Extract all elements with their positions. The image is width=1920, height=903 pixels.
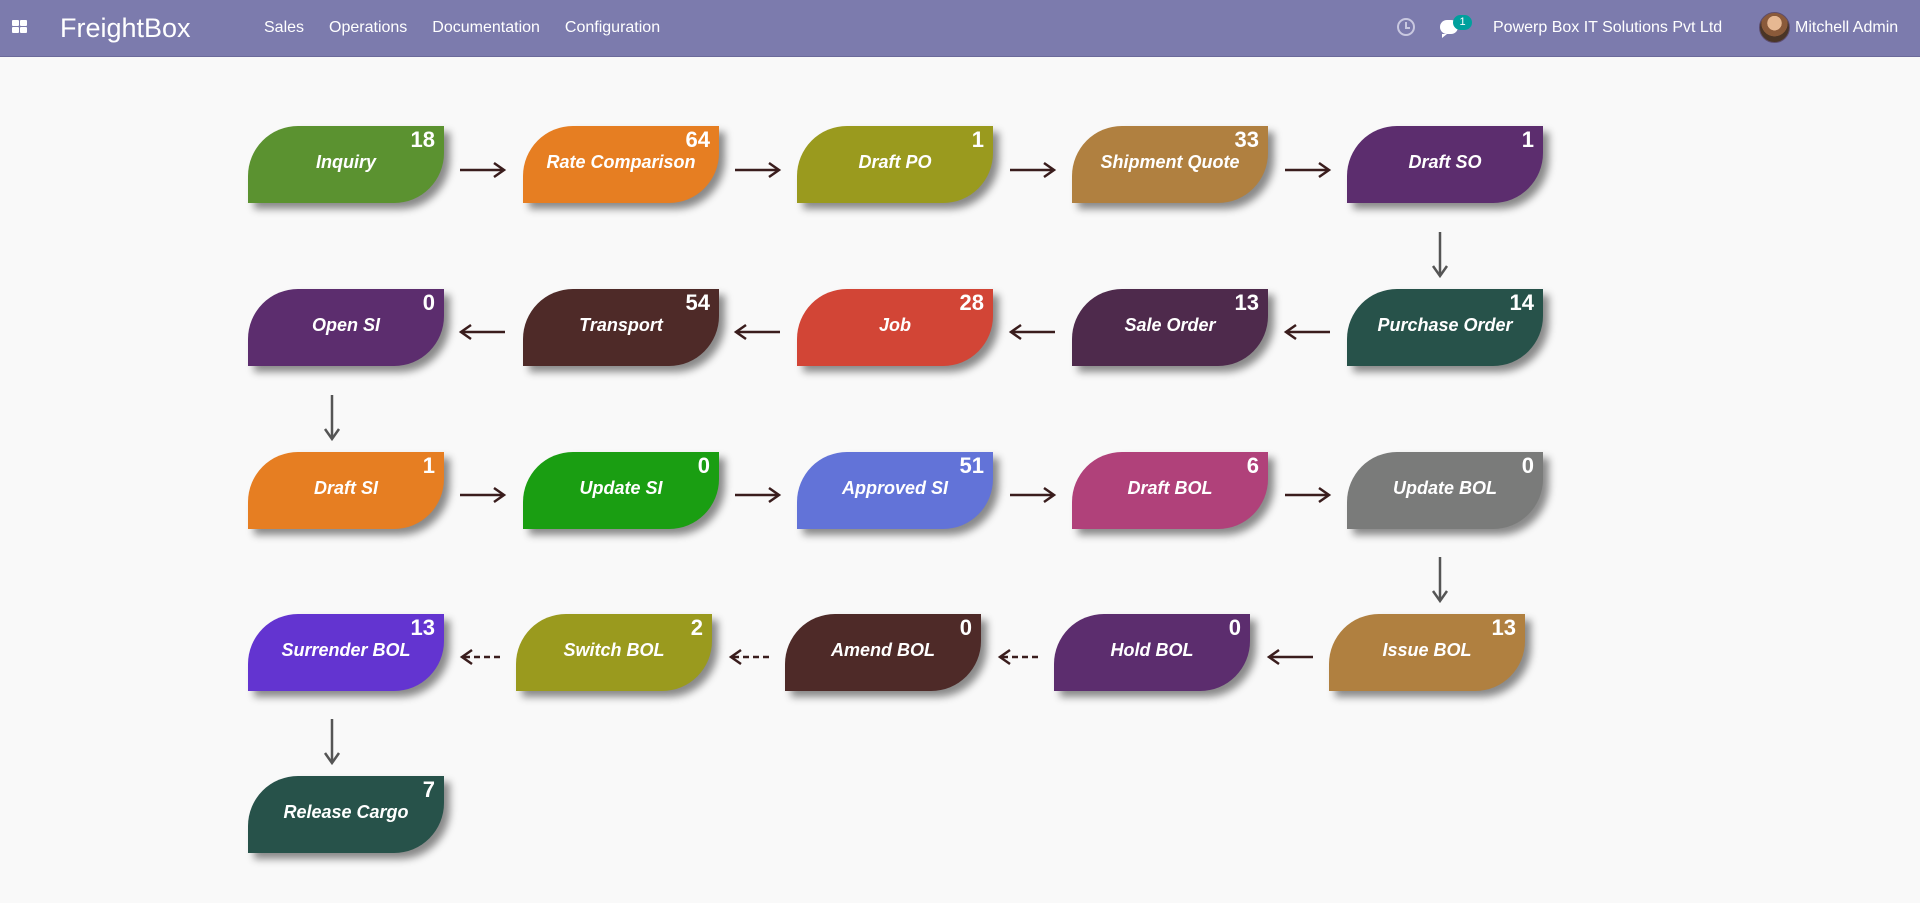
stage-label: Draft SI <box>313 478 378 498</box>
stage-count: 14 <box>1509 290 1534 315</box>
stage-count: 33 <box>1234 127 1259 152</box>
arrow-left-icon <box>1008 323 1055 341</box>
stage-count: 6 <box>1246 453 1259 478</box>
stage-card-inquiry[interactable]: 18 Inquiry <box>248 126 444 203</box>
apps-menu-icon[interactable] <box>12 20 28 34</box>
stage-label: Update BOL <box>1392 478 1497 498</box>
company-switcher[interactable]: Powerp Box IT Solutions Pvt Ltd <box>1493 19 1722 37</box>
stage-label: Issue BOL <box>1382 640 1472 660</box>
stage-label: Switch BOL <box>563 640 665 660</box>
stage-card-amend-bol[interactable]: 0 Amend BOL <box>785 614 981 691</box>
stage-card-purchase-order[interactable]: 14 Purchase Order <box>1347 289 1543 366</box>
stage-label: Sale Order <box>1124 315 1216 335</box>
stage-label: Draft SO <box>1408 152 1482 172</box>
stage-card-shipment-quote[interactable]: 33 Shipment Quote <box>1072 126 1268 203</box>
menu-documentation[interactable]: Documentation <box>432 19 540 37</box>
arrow-right-icon <box>1010 486 1057 504</box>
stage-count: 1 <box>422 453 435 478</box>
stage-count: 7 <box>422 777 435 802</box>
stage-card-update-si[interactable]: 0 Update SI <box>523 452 719 529</box>
top-navbar: FreightBox Sales Operations Documentatio… <box>0 0 1920 57</box>
arrow-down-icon <box>1431 557 1449 604</box>
stage-count: 18 <box>410 127 435 152</box>
stage-card-surrender-bol[interactable]: 13 Surrender BOL <box>248 614 444 691</box>
stage-count: 54 <box>685 290 710 315</box>
arrow-right-icon <box>460 486 507 504</box>
menu-operations[interactable]: Operations <box>329 19 407 37</box>
menu-configuration[interactable]: Configuration <box>565 19 660 37</box>
menu-sales[interactable]: Sales <box>264 19 304 37</box>
stage-card-job[interactable]: 28 Job <box>797 289 993 366</box>
arrow-left-dashed-icon <box>459 648 500 666</box>
stage-count: 0 <box>1228 615 1241 640</box>
arrow-left-dashed-icon <box>728 648 769 666</box>
stage-count: 51 <box>959 453 984 478</box>
stage-card-sale-order[interactable]: 13 Sale Order <box>1072 289 1268 366</box>
stage-card-draft-bol[interactable]: 6 Draft BOL <box>1072 452 1268 529</box>
arrow-down-icon <box>323 719 341 766</box>
stage-card-draft-si[interactable]: 1 Draft SI <box>248 452 444 529</box>
stage-label: Inquiry <box>315 152 376 172</box>
stage-label: Open SI <box>311 315 380 335</box>
app-brand[interactable]: FreightBox <box>60 13 191 44</box>
chat-unread-badge: 1 <box>1453 15 1472 30</box>
stage-count: 13 <box>1491 615 1516 640</box>
stage-label: Hold BOL <box>1110 640 1194 660</box>
stage-card-rate-comparison[interactable]: 64 Rate Comparison <box>523 126 719 203</box>
stage-label: Rate Comparison <box>546 152 696 172</box>
user-avatar[interactable] <box>1759 12 1790 43</box>
user-menu[interactable]: Mitchell Admin <box>1795 19 1898 37</box>
stage-count: 28 <box>959 290 984 315</box>
stage-card-transport[interactable]: 54 Transport <box>523 289 719 366</box>
stage-label: Draft BOL <box>1127 478 1213 498</box>
arrow-left-icon <box>1283 323 1330 341</box>
stage-count: 0 <box>959 615 972 640</box>
arrow-left-icon <box>458 323 505 341</box>
stage-label: Update SI <box>579 478 663 498</box>
stage-card-draft-po[interactable]: 1 Draft PO <box>797 126 993 203</box>
stage-label: Job <box>878 315 911 335</box>
arrow-right-icon <box>735 161 782 179</box>
stage-card-issue-bol[interactable]: 13 Issue BOL <box>1329 614 1525 691</box>
stage-card-approved-si[interactable]: 51 Approved SI <box>797 452 993 529</box>
stage-card-switch-bol[interactable]: 2 Switch BOL <box>516 614 712 691</box>
stage-label: Draft PO <box>858 152 932 172</box>
stage-label: Release Cargo <box>283 802 409 822</box>
stage-count: 0 <box>422 290 435 315</box>
stage-card-release-cargo[interactable]: 7 Release Cargo <box>248 776 444 853</box>
stage-card-open-si[interactable]: 0 Open SI <box>248 289 444 366</box>
arrow-right-icon <box>460 161 507 179</box>
stage-card-draft-so[interactable]: 1 Draft SO <box>1347 126 1543 203</box>
stage-label: Amend BOL <box>830 640 935 660</box>
stage-label: Purchase Order <box>1377 315 1513 335</box>
stage-count: 64 <box>685 127 710 152</box>
stage-card-hold-bol[interactable]: 0 Hold BOL <box>1054 614 1250 691</box>
stage-label: Transport <box>579 315 663 335</box>
stage-card-update-bol[interactable]: 0 Update BOL <box>1347 452 1543 529</box>
arrow-right-icon <box>1285 486 1332 504</box>
stage-count: 13 <box>1234 290 1259 315</box>
arrow-right-icon <box>1010 161 1057 179</box>
arrow-right-icon <box>1285 161 1332 179</box>
stage-count: 0 <box>1521 453 1534 478</box>
stage-count: 1 <box>1521 127 1534 152</box>
arrow-left-dashed-icon <box>997 648 1038 666</box>
arrow-down-icon <box>1431 232 1449 279</box>
arrow-right-icon <box>735 486 782 504</box>
stage-count: 0 <box>697 453 710 478</box>
arrow-left-icon <box>1266 648 1313 666</box>
arrow-down-icon <box>323 395 341 442</box>
activity-clock-icon[interactable] <box>1397 18 1415 36</box>
arrow-left-icon <box>733 323 780 341</box>
stage-count: 2 <box>690 615 703 640</box>
stage-count: 13 <box>410 615 435 640</box>
stage-count: 1 <box>971 127 984 152</box>
stage-label: Surrender BOL <box>281 640 411 660</box>
stage-label: Approved SI <box>841 478 948 498</box>
stage-label: Shipment Quote <box>1100 152 1240 172</box>
main-menu: Sales Operations Documentation Configura… <box>264 19 660 37</box>
